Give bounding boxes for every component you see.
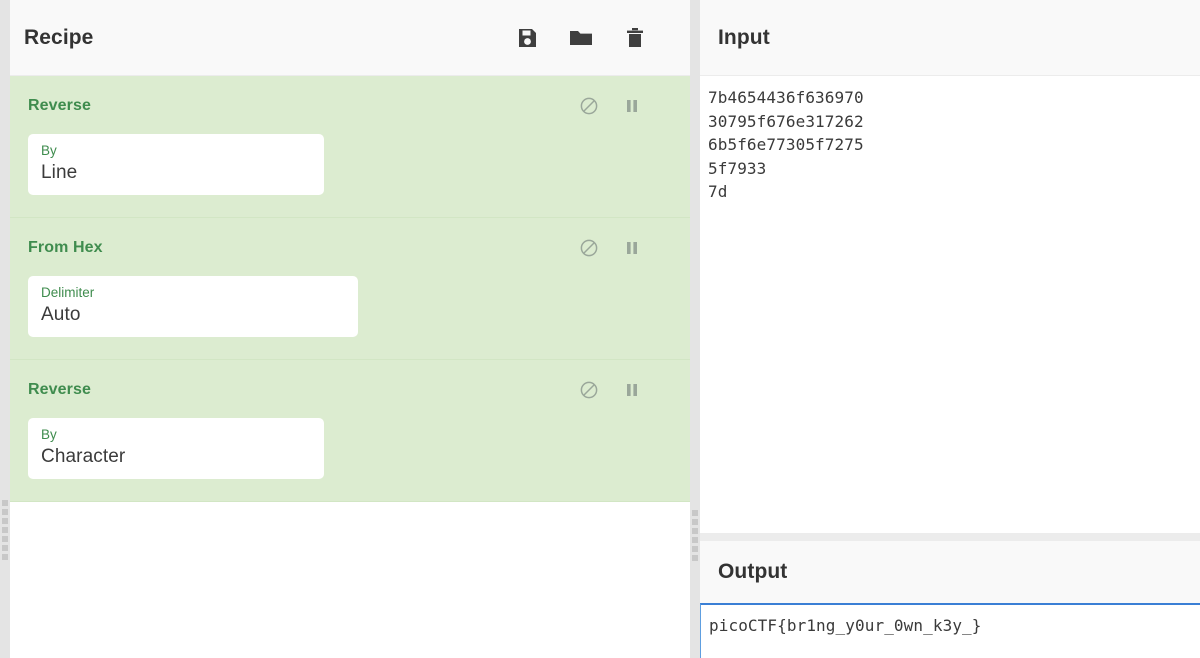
- gripper-dot: [692, 510, 698, 516]
- gripper-dot: [2, 545, 8, 551]
- recipe-title-bar: Recipe: [0, 0, 690, 76]
- trash-icon[interactable]: [622, 25, 648, 51]
- output-title-bar: Output: [700, 541, 1200, 603]
- mid-gripper-dots: [692, 510, 698, 561]
- disable-icon[interactable]: [579, 380, 599, 400]
- operation-argument[interactable]: By Line: [28, 134, 324, 195]
- output-panel: Output picoCTF{br1ng_y0ur_0wn_k3y_}: [700, 541, 1200, 658]
- recipe-io-resize-handle[interactable]: [690, 0, 700, 658]
- recipe-operation[interactable]: Reverse: [0, 360, 690, 502]
- argument-label: By: [41, 143, 57, 158]
- input-panel: Input 7b4654436f636970 30795f676e317262 …: [700, 0, 1200, 533]
- operation-name: Reverse: [28, 381, 91, 398]
- argument-value[interactable]: Auto: [41, 302, 346, 327]
- left-panel-resize-handle[interactable]: [0, 0, 10, 658]
- gripper-dot: [2, 500, 8, 506]
- gripper-dot: [2, 509, 8, 515]
- argument-label: By: [41, 427, 57, 442]
- save-icon[interactable]: [514, 25, 540, 51]
- operation-controls: [579, 238, 672, 258]
- gripper-dot: [692, 528, 698, 534]
- io-panel: Input 7b4654436f636970 30795f676e317262 …: [700, 0, 1200, 658]
- gripper-dot: [692, 519, 698, 525]
- output-title: Output: [718, 560, 788, 583]
- cyberchef-app: Recipe Reverse By Line From Hex Delimite…: [0, 0, 1200, 658]
- input-output-splitter[interactable]: [700, 533, 1200, 541]
- gripper-dot: [692, 546, 698, 552]
- gripper-dot: [2, 518, 8, 524]
- output-textarea[interactable]: picoCTF{br1ng_y0ur_0wn_k3y_}: [700, 603, 1200, 658]
- operation-header: Reverse: [0, 94, 690, 118]
- recipe-operation[interactable]: Reverse: [0, 76, 690, 218]
- input-textarea[interactable]: 7b4654436f636970 30795f676e317262 6b5f6e…: [700, 76, 1200, 533]
- pause-icon[interactable]: [622, 380, 642, 400]
- argument-value[interactable]: Line: [41, 160, 312, 185]
- recipe-panel: Recipe Reverse By Line From Hex Delimite…: [0, 0, 690, 658]
- operation-argument[interactable]: Delimiter Auto: [28, 276, 358, 337]
- pause-icon[interactable]: [622, 238, 642, 258]
- output-text: picoCTF{br1ng_y0ur_0wn_k3y_}: [709, 616, 982, 635]
- operation-controls: [579, 96, 672, 116]
- gripper-dot: [2, 536, 8, 542]
- recipe-operation-list[interactable]: Reverse By Line From Hex Delimiter Auto …: [0, 76, 690, 658]
- recipe-operation[interactable]: From Hex Delimiter Auto: [0, 218, 690, 360]
- recipe-toolbar: [514, 25, 672, 51]
- disable-icon[interactable]: [579, 96, 599, 116]
- left-gripper-dots: [2, 500, 8, 560]
- input-title-bar: Input: [700, 0, 1200, 76]
- pause-icon[interactable]: [622, 96, 642, 116]
- input-title: Input: [718, 25, 770, 49]
- folder-icon[interactable]: [568, 25, 594, 51]
- operation-name: Reverse: [28, 97, 91, 114]
- operation-header: Reverse: [0, 378, 690, 402]
- gripper-dot: [692, 537, 698, 543]
- operation-controls: [579, 380, 672, 400]
- disable-icon[interactable]: [579, 238, 599, 258]
- gripper-dot: [692, 555, 698, 561]
- gripper-dot: [2, 527, 8, 533]
- recipe-title: Recipe: [24, 25, 94, 49]
- input-text: 7b4654436f636970 30795f676e317262 6b5f6e…: [708, 88, 864, 201]
- operation-name: From Hex: [28, 239, 103, 256]
- argument-value[interactable]: Character: [41, 444, 312, 469]
- operation-header: From Hex: [0, 236, 690, 260]
- argument-label: Delimiter: [41, 285, 95, 300]
- operation-argument[interactable]: By Character: [28, 418, 324, 479]
- gripper-dot: [2, 554, 8, 560]
